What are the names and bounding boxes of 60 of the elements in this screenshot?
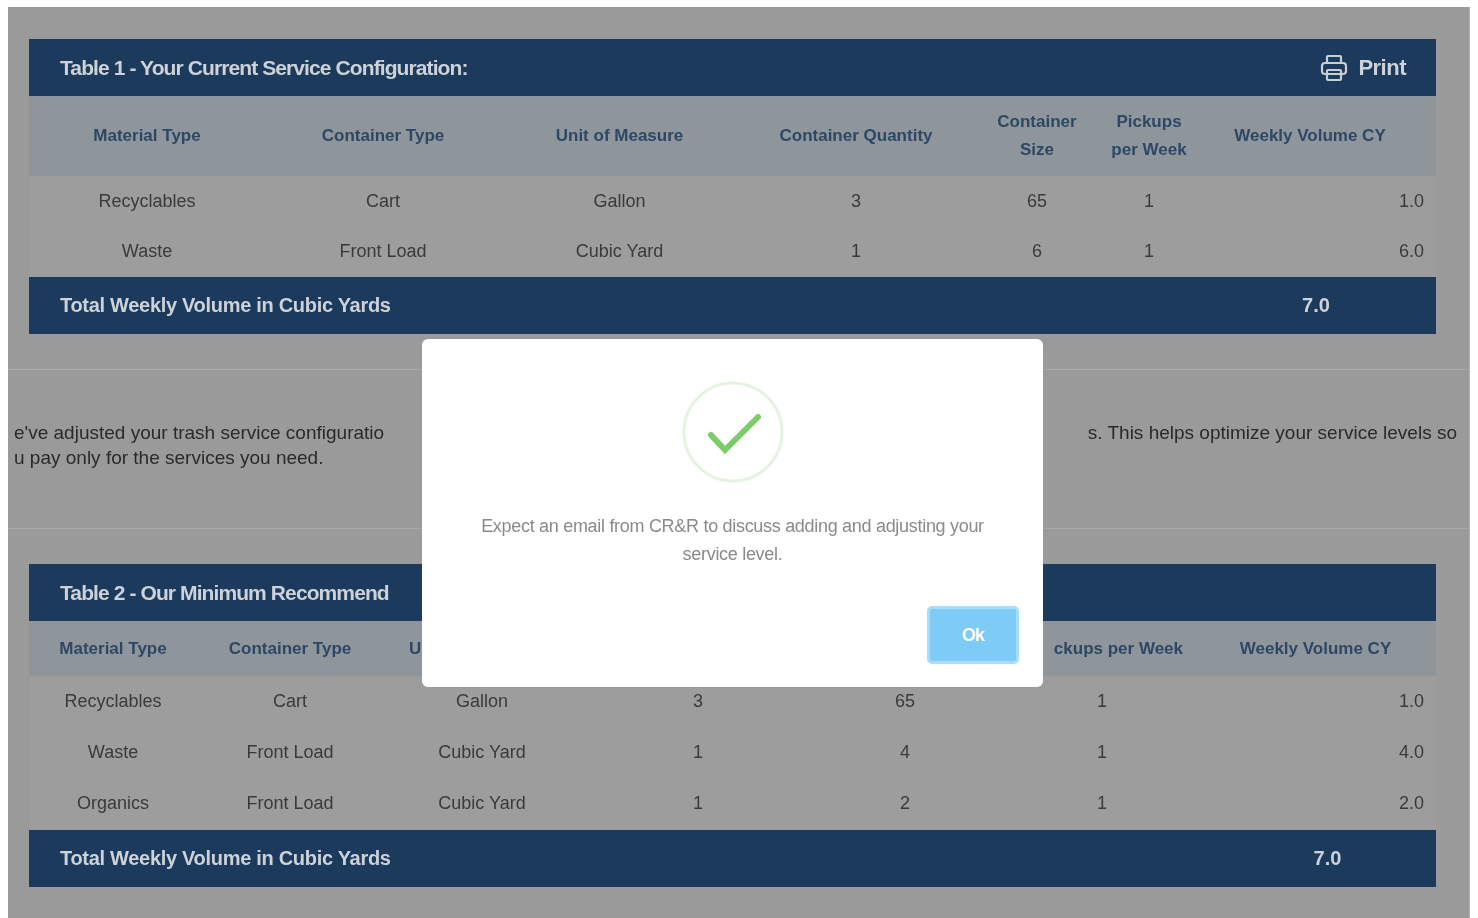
checkmark-icon [680, 380, 785, 484]
table-cell-text: 1 [1143, 240, 1155, 262]
table-cell-text: 4 [899, 742, 911, 763]
table-cell-text: Cart [365, 190, 401, 212]
table-cell-text: 2 [899, 793, 911, 814]
column-header: Container Size [996, 111, 1078, 161]
column-header: Weekly Volume CY [1233, 125, 1387, 147]
column-header: Pickups per Week [1110, 111, 1188, 161]
table-cell-text: Cubic Yard [574, 240, 665, 262]
column-header: Container Quantity [778, 125, 934, 147]
table-cell-text: 65 [894, 691, 916, 712]
table-cell-text: Gallon [455, 691, 509, 712]
table-cell-text: 65 [1026, 190, 1048, 212]
table-cell-text: 1 [850, 240, 862, 262]
table-cell-text: Front Load [245, 742, 335, 763]
column-header: Unit of Measure [554, 125, 685, 147]
column-header: Container Type [320, 125, 446, 147]
table-cell-text: Recyclables [63, 691, 163, 712]
total-value: 7.0 [1312, 847, 1343, 870]
table-cell-text: Waste [86, 742, 140, 763]
table-cell-text: 1 [1096, 793, 1108, 814]
table-cell-text: 1 [692, 793, 704, 814]
column-header: Material Type [92, 125, 202, 147]
table-cell-text: Recyclables [97, 190, 197, 212]
dialog-message: Expect an email from CR&R to discuss adding and adjusting your service level. [480, 515, 985, 566]
table-cell-text: Waste [120, 240, 174, 262]
table-cell-text: Gallon [592, 190, 647, 212]
table-cell-text: 2.0 [1397, 793, 1425, 814]
table-title: Table 1 - Your Current Service Configuration: [60, 55, 468, 80]
total-label: Total Weekly Volume in Cubic Yards [59, 847, 392, 870]
notice-text: e've adjusted your trash service configuratio [14, 422, 385, 444]
total-value: 7.0 [1301, 294, 1331, 317]
column-header: Weekly Volume CY [1238, 637, 1393, 660]
table-cell-text: Cart [272, 691, 308, 712]
table-cell-text: 1.0 [1397, 190, 1425, 212]
table-cell-text: Front Load [338, 240, 428, 262]
table-cell-text: Organics [76, 793, 150, 814]
table-cell-text: 6.0 [1397, 240, 1425, 262]
table-cell-text: Cubic Yard [437, 742, 527, 763]
total-label: Total Weekly Volume in Cubic Yards [59, 294, 392, 317]
notice-text: u pay only for the services you need. [14, 447, 325, 469]
table-title: Table 2 - Our Minimum Recommend [60, 580, 389, 605]
print-button[interactable]: Print [1320, 53, 1406, 82]
table-cell-text: 3 [692, 691, 704, 712]
column-header: U [408, 637, 423, 660]
table-cell-text: 3 [850, 190, 862, 212]
table-cell-text: 1 [1096, 742, 1108, 763]
table-cell-text: 1 [1143, 190, 1155, 212]
table-cell-text: 1 [1096, 691, 1108, 712]
table-cell-text: 1 [692, 742, 704, 763]
notice-text: s. This helps optimize your service levels so [1087, 422, 1457, 445]
table-cell-text: 6 [1031, 240, 1043, 262]
table-cell-text: 4.0 [1397, 742, 1425, 763]
column-header: Material Type [58, 637, 168, 660]
column-header: Container Type [227, 637, 353, 660]
column-header: ckups per Week [1052, 637, 1184, 660]
table-cell-text: Cubic Yard [437, 793, 527, 814]
table-cell-text: 1.0 [1397, 691, 1425, 712]
printer-icon [1320, 53, 1349, 82]
table-cell-text: Front Load [245, 793, 335, 814]
